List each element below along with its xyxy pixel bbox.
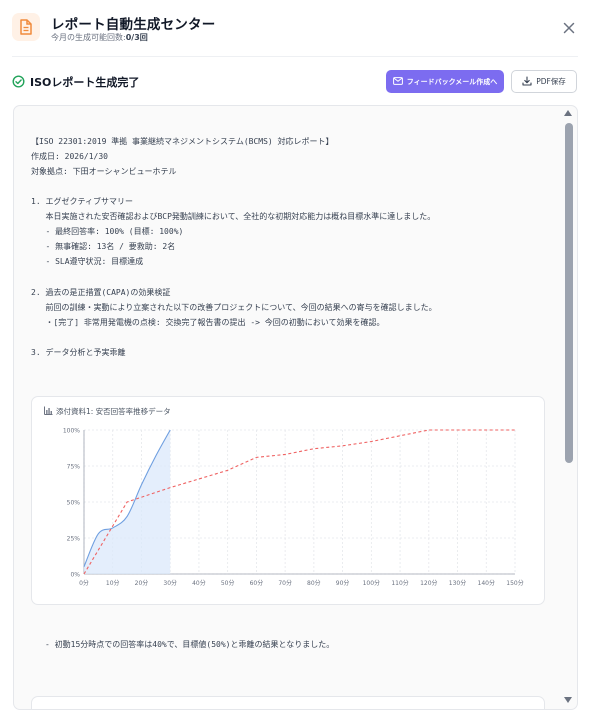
y-tick-label: 25% xyxy=(67,536,81,543)
usage-counter-value: 0/3回 xyxy=(125,33,148,42)
x-tick-label: 60分 xyxy=(250,579,264,587)
report-line: 1. エグゼクティブサマリー xyxy=(31,197,133,206)
x-tick-label: 40分 xyxy=(192,579,206,587)
report-line: 3. データ分析と予実乖離 xyxy=(31,348,126,357)
x-tick-label: 120分 xyxy=(420,579,437,587)
pdf-save-button-label: PDF保存 xyxy=(536,77,566,86)
status-text: ISOレポート生成完了 xyxy=(30,76,140,89)
scroll-up-arrow[interactable] xyxy=(564,110,572,116)
x-tick-label: 10分 xyxy=(106,579,120,587)
mail-icon xyxy=(392,76,403,87)
x-tick-label: 110分 xyxy=(391,579,408,587)
report-line: - 最終回答率: 100% (目標: 100%) xyxy=(31,227,184,236)
x-tick-label: 20分 xyxy=(135,579,149,587)
response-rate-chart: 0% 25% 50% 75% 100% 0分 10分 20分 30分 40分 50分 60分 70分 80… xyxy=(63,428,524,588)
usage-counter-label: 今月の生成可能回数: xyxy=(51,33,126,42)
scroll-down-arrow[interactable] xyxy=(564,697,572,703)
x-tick-label: 100分 xyxy=(363,579,380,587)
check-circle-icon xyxy=(12,73,25,92)
x-tick-label: 150分 xyxy=(506,579,523,587)
scrollbar-thumb[interactable] xyxy=(565,123,573,463)
report-line: 作成日: 2026/1/30 xyxy=(31,152,108,161)
pdf-save-button[interactable]: PDF保存 xyxy=(511,70,577,93)
y-tick-label: 50% xyxy=(67,500,81,507)
x-tick-label: 70分 xyxy=(278,579,292,587)
x-tick-label: 90分 xyxy=(336,579,350,587)
app-title: レポート自動生成センター xyxy=(51,17,216,33)
close-icon[interactable] xyxy=(561,20,577,36)
usage-counter: 今月の生成可能回数:0/3回 xyxy=(51,32,148,43)
next-section-card xyxy=(31,696,545,709)
x-tick-label: 130分 xyxy=(449,579,466,587)
report-line: ・[完了] 非常用発電機の点検: 交換完了報告書の提出 -> 今回の初動において… xyxy=(31,318,385,327)
report-line: - SLA遵守状況: 目標達成 xyxy=(31,257,144,266)
chart-card: 添付資料1: 安否回答率推移データ 0% 25% 50% 75% 100% 0分 10分 20… xyxy=(31,396,545,605)
document-icon xyxy=(12,13,40,41)
x-tick-label: 80分 xyxy=(307,579,321,587)
report-line: 2. 過去の是正措置(CAPA)の効果検証 xyxy=(31,288,171,297)
feedback-mail-button[interactable]: フィードバックメール作成へ xyxy=(386,70,504,93)
download-icon xyxy=(522,75,532,88)
x-tick-label: 0分 xyxy=(79,579,89,587)
header: レポート自動生成センター 今月の生成可能回数:0/3回 xyxy=(0,0,591,56)
report-line: 【ISO 22301:2019 準拠 事業継続マネジメントシステム(BCMS) … xyxy=(31,137,334,146)
status-row: ISOレポート生成完了 xyxy=(12,73,139,91)
y-tick-label: 75% xyxy=(67,464,81,471)
report-line: 本日実施された安否確認およびBCP発動訓練において、全社的な初期対応能力は概ね目… xyxy=(31,212,436,221)
report-line: 対象拠点: 下田オーシャンビューホテル xyxy=(31,167,177,176)
y-tick-label: 0% xyxy=(70,572,80,579)
header-divider xyxy=(12,56,578,57)
report-panel[interactable]: 【ISO 22301:2019 準拠 事業継続マネジメントシステム(BCMS) … xyxy=(13,105,578,710)
x-tick-label: 50分 xyxy=(221,579,235,587)
report-note: - 初動15分時点での回答率は40%で、目標値(50%)と乖離の結果となりました… xyxy=(45,640,335,649)
y-tick-label: 100% xyxy=(63,428,80,435)
x-tick-label: 140分 xyxy=(478,579,495,587)
report-line: 前回の訓練・実動により立案された以下の改善プロジェクトについて、今回の結果への寄… xyxy=(31,303,437,312)
report-line: - 無事確認: 13名 / 要救助: 2名 xyxy=(31,242,176,251)
feedback-mail-button-label: フィードバックメール作成へ xyxy=(406,77,498,86)
x-tick-label: 30分 xyxy=(163,579,177,587)
